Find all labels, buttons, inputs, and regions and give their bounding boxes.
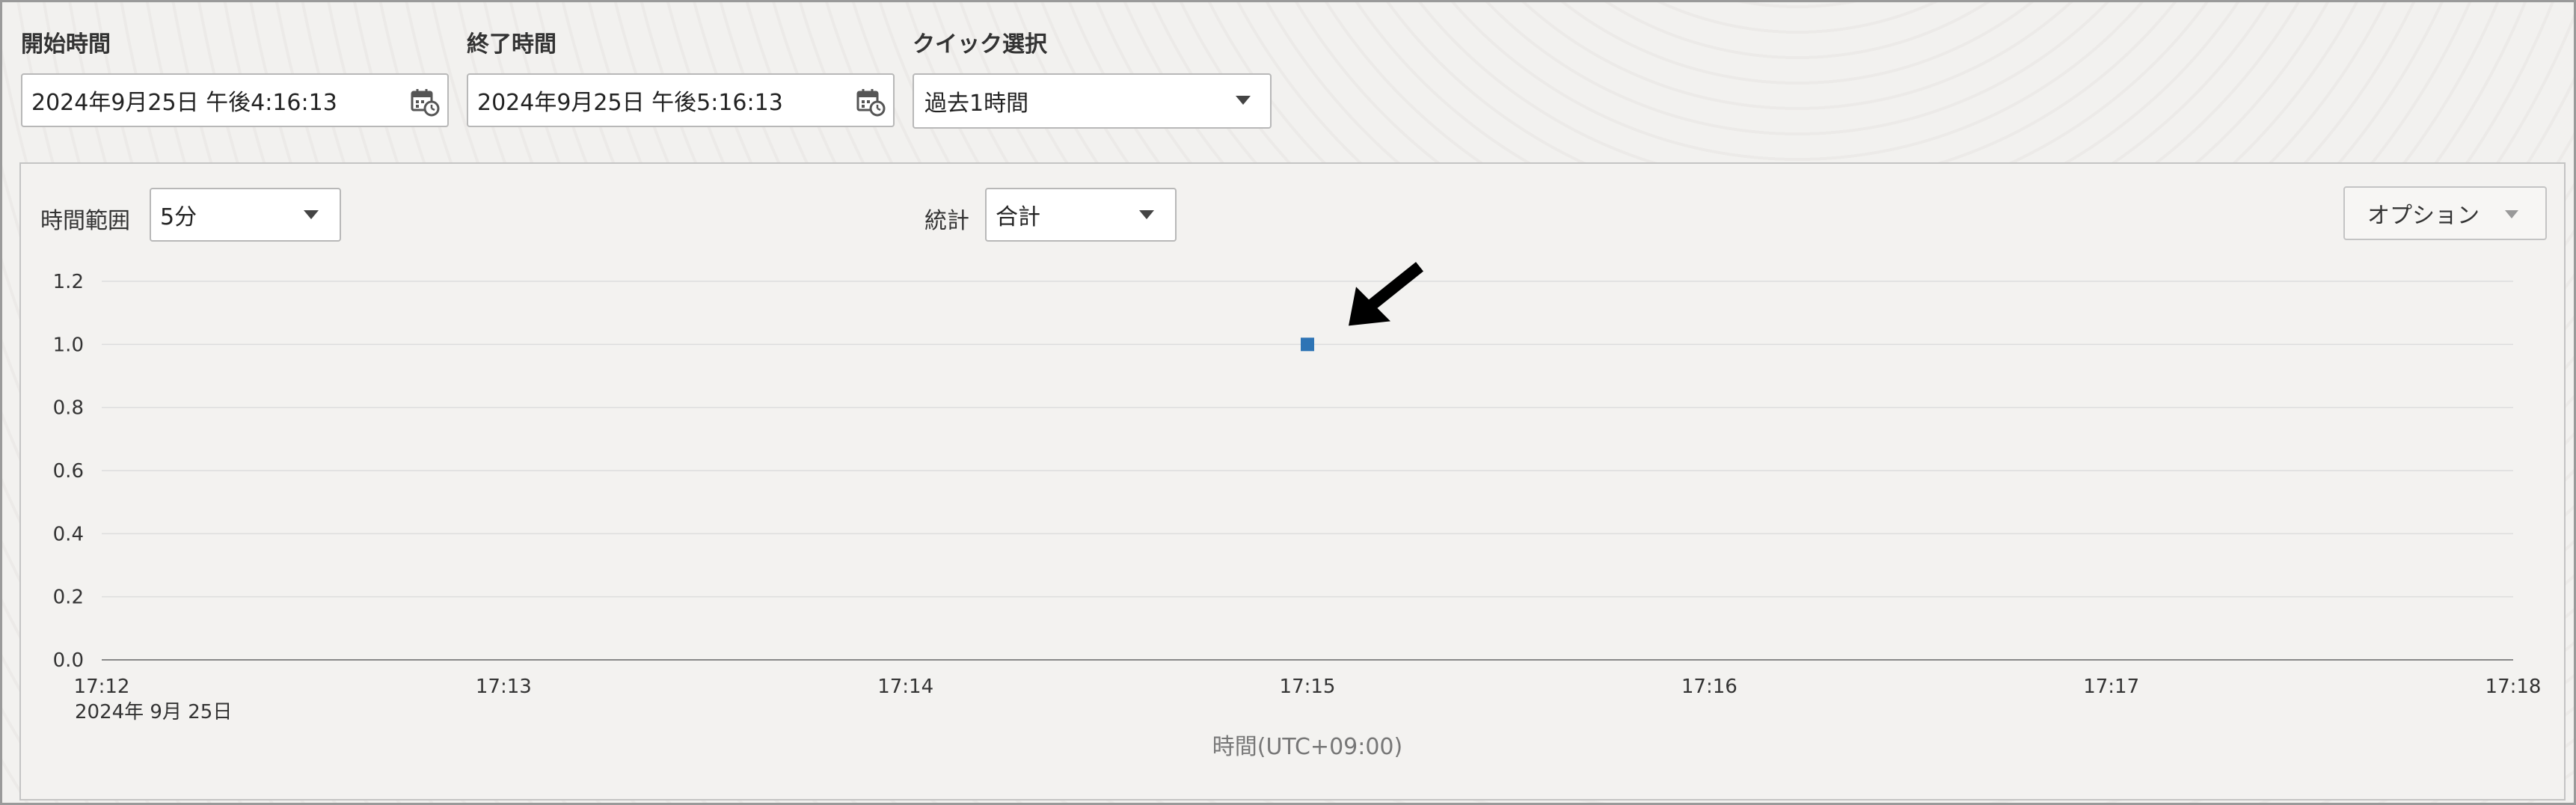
y-tick-label: 1.0 [53, 334, 84, 356]
x-axis-ticks: 17:12 17:13 17:14 17:15 17:16 17:17 17:18 [74, 676, 2542, 698]
y-tick-label: 0.4 [53, 523, 84, 545]
y-axis-ticks: 0.0 0.2 0.4 0.6 0.8 1.0 1.2 [53, 271, 84, 672]
x-tick-label: 17:16 [1681, 676, 1738, 698]
x-tick-label: 17:13 [476, 676, 532, 698]
y-tick-label: 0.8 [53, 397, 84, 420]
arrow-pointer-icon [1349, 262, 1423, 326]
data-point[interactable] [1301, 337, 1314, 352]
x-tick-label: 17:12 [74, 676, 130, 698]
y-tick-label: 1.2 [53, 271, 84, 293]
x-tick-label: 17:18 [2485, 676, 2542, 698]
y-tick-label: 0.6 [53, 460, 84, 483]
metric-chart: 0.00.20.40.60.81.01.2 17:12 17:13 17:14 17:… [53, 262, 2542, 760]
y-tick-label: 0.0 [53, 649, 84, 672]
x-axis-title: 時間(UTC+09:00) [1212, 734, 1402, 760]
data-points [1301, 337, 1314, 352]
x-tick-label: 17:17 [2083, 676, 2139, 698]
x-tick-label: 17:14 [877, 676, 933, 698]
x-axis-date-label: 2024年 9月 25日 [75, 701, 232, 723]
y-tick-label: 0.2 [53, 587, 84, 609]
x-tick-label: 17:15 [1280, 676, 1336, 698]
